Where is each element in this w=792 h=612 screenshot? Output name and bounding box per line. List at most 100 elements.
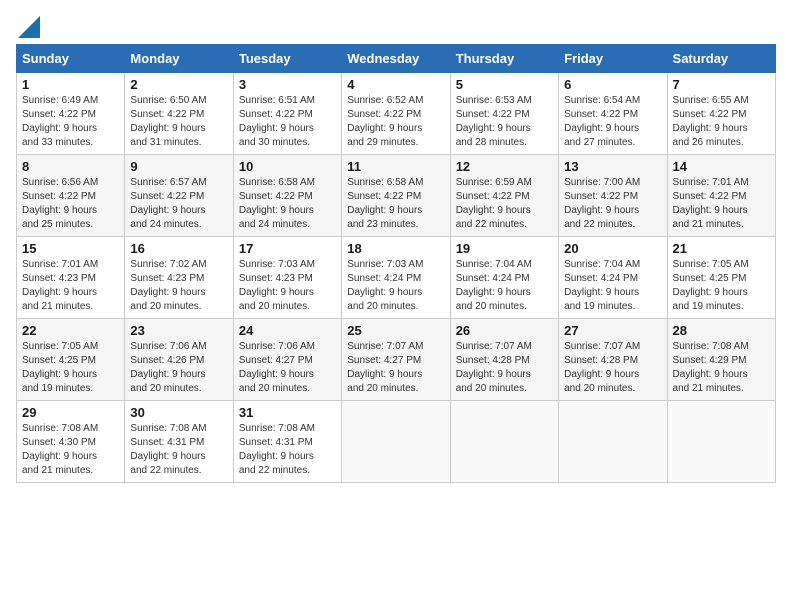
calendar-cell: 20 Sunrise: 7:04 AMSunset: 4:24 PMDayligh…: [559, 237, 667, 319]
calendar-cell: 11 Sunrise: 6:58 AMSunset: 4:22 PMDayligh…: [342, 155, 450, 237]
calendar-cell: 30 Sunrise: 7:08 AMSunset: 4:31 PMDayligh…: [125, 401, 233, 483]
day-number: 19: [456, 241, 553, 256]
calendar-cell: 3 Sunrise: 6:51 AMSunset: 4:22 PMDaylight…: [233, 73, 341, 155]
calendar-cell: 15 Sunrise: 7:01 AMSunset: 4:23 PMDayligh…: [17, 237, 125, 319]
day-info: Sunrise: 6:54 AMSunset: 4:22 PMDaylight:…: [564, 94, 661, 150]
calendar-cell: [342, 401, 450, 483]
calendar-cell: 25 Sunrise: 7:07 AMSunset: 4:27 PMDayligh…: [342, 319, 450, 401]
calendar-cell: 18Sunrise: 7:03 AMSunset: 4:24 PMDayligh…: [342, 237, 450, 319]
day-number: 16: [130, 241, 227, 256]
day-number: 21: [673, 241, 770, 256]
day-number: 31: [239, 405, 336, 420]
day-number: 14: [673, 159, 770, 174]
day-info: Sunrise: 6:58 AMSunset: 4:22 PMDaylight:…: [239, 176, 336, 232]
calendar-cell: 29 Sunrise: 7:08 AMSunset: 4:30 PMDayligh…: [17, 401, 125, 483]
day-number: 11: [347, 159, 444, 174]
page-header: [16, 16, 776, 34]
day-number: 20: [564, 241, 661, 256]
day-info: Sunrise: 7:04 AMSunset: 4:24 PMDaylight:…: [456, 258, 553, 314]
calendar-cell: 27 Sunrise: 7:07 AMSunset: 4:28 PMDayligh…: [559, 319, 667, 401]
day-number: 28: [673, 323, 770, 338]
day-info: Sunrise: 7:03 AMSunset: 4:23 PMDaylight:…: [239, 258, 336, 314]
weekday-header-sunday: Sunday: [17, 45, 125, 73]
day-info: Sunrise: 6:59 AMSunset: 4:22 PMDaylight:…: [456, 176, 553, 232]
day-number: 22: [22, 323, 119, 338]
calendar-cell: 28 Sunrise: 7:08 AMSunset: 4:29 PMDayligh…: [667, 319, 775, 401]
calendar-cell: 5 Sunrise: 6:53 AMSunset: 4:22 PMDaylight…: [450, 73, 558, 155]
day-info: Sunrise: 6:53 AMSunset: 4:22 PMDaylight:…: [456, 94, 553, 150]
logo-triangle-icon: [18, 16, 40, 38]
day-number: 23: [130, 323, 227, 338]
day-number: 5: [456, 77, 553, 92]
weekday-header-saturday: Saturday: [667, 45, 775, 73]
day-number: 6: [564, 77, 661, 92]
day-number: 15: [22, 241, 119, 256]
day-number: 26: [456, 323, 553, 338]
calendar-cell: 1 Sunrise: 6:49 AMSunset: 4:22 PMDaylight…: [17, 73, 125, 155]
day-info: Sunrise: 7:08 AMSunset: 4:29 PMDaylight:…: [673, 340, 770, 396]
day-info: Sunrise: 6:57 AMSunset: 4:22 PMDaylight:…: [130, 176, 227, 232]
day-info: Sunrise: 6:52 AMSunset: 4:22 PMDaylight:…: [347, 94, 444, 150]
day-number: 24: [239, 323, 336, 338]
day-info: Sunrise: 7:07 AMSunset: 4:28 PMDaylight:…: [564, 340, 661, 396]
day-number: 30: [130, 405, 227, 420]
day-info: Sunrise: 6:49 AMSunset: 4:22 PMDaylight:…: [22, 94, 119, 150]
calendar-cell: 12Sunrise: 6:59 AMSunset: 4:22 PMDayligh…: [450, 155, 558, 237]
day-info: Sunrise: 7:05 AMSunset: 4:25 PMDaylight:…: [22, 340, 119, 396]
day-number: 27: [564, 323, 661, 338]
calendar-week-row: 1 Sunrise: 6:49 AMSunset: 4:22 PMDaylight…: [17, 73, 776, 155]
day-info: Sunrise: 7:04 AMSunset: 4:24 PMDaylight:…: [564, 258, 661, 314]
day-info: Sunrise: 7:05 AMSunset: 4:25 PMDaylight:…: [673, 258, 770, 314]
day-number: 9: [130, 159, 227, 174]
day-number: 25: [347, 323, 444, 338]
day-number: 2: [130, 77, 227, 92]
calendar-cell: 23Sunrise: 7:06 AMSunset: 4:26 PMDayligh…: [125, 319, 233, 401]
calendar-cell: 21 Sunrise: 7:05 AMSunset: 4:25 PMDayligh…: [667, 237, 775, 319]
calendar-cell: 31 Sunrise: 7:08 AMSunset: 4:31 PMDayligh…: [233, 401, 341, 483]
weekday-header-monday: Monday: [125, 45, 233, 73]
day-info: Sunrise: 7:01 AMSunset: 4:22 PMDaylight:…: [673, 176, 770, 232]
day-info: Sunrise: 7:08 AMSunset: 4:30 PMDaylight:…: [22, 422, 119, 478]
calendar-cell: 13 Sunrise: 7:00 AMSunset: 4:22 PMDayligh…: [559, 155, 667, 237]
day-info: Sunrise: 7:03 AMSunset: 4:24 PMDaylight:…: [347, 258, 444, 314]
calendar-cell: [450, 401, 558, 483]
weekday-header-wednesday: Wednesday: [342, 45, 450, 73]
calendar-cell: 9 Sunrise: 6:57 AMSunset: 4:22 PMDaylight…: [125, 155, 233, 237]
day-number: 3: [239, 77, 336, 92]
calendar-cell: 2Sunrise: 6:50 AMSunset: 4:22 PMDaylight…: [125, 73, 233, 155]
day-info: Sunrise: 7:08 AMSunset: 4:31 PMDaylight:…: [130, 422, 227, 478]
day-info: Sunrise: 6:58 AMSunset: 4:22 PMDaylight:…: [347, 176, 444, 232]
weekday-header-thursday: Thursday: [450, 45, 558, 73]
calendar-header-row: SundayMondayTuesdayWednesdayThursdayFrid…: [17, 45, 776, 73]
day-number: 13: [564, 159, 661, 174]
calendar-week-row: 22 Sunrise: 7:05 AMSunset: 4:25 PMDayligh…: [17, 319, 776, 401]
day-info: Sunrise: 7:01 AMSunset: 4:23 PMDaylight:…: [22, 258, 119, 314]
calendar-cell: 24Sunrise: 7:06 AMSunset: 4:27 PMDayligh…: [233, 319, 341, 401]
day-info: Sunrise: 6:55 AMSunset: 4:22 PMDaylight:…: [673, 94, 770, 150]
calendar-week-row: 8Sunrise: 6:56 AMSunset: 4:22 PMDaylight…: [17, 155, 776, 237]
calendar-cell: 8Sunrise: 6:56 AMSunset: 4:22 PMDaylight…: [17, 155, 125, 237]
day-number: 1: [22, 77, 119, 92]
calendar-cell: [667, 401, 775, 483]
day-info: Sunrise: 7:08 AMSunset: 4:31 PMDaylight:…: [239, 422, 336, 478]
day-info: Sunrise: 7:07 AMSunset: 4:28 PMDaylight:…: [456, 340, 553, 396]
day-number: 4: [347, 77, 444, 92]
weekday-header-tuesday: Tuesday: [233, 45, 341, 73]
day-number: 8: [22, 159, 119, 174]
logo: [16, 16, 40, 34]
day-info: Sunrise: 7:00 AMSunset: 4:22 PMDaylight:…: [564, 176, 661, 232]
calendar-cell: 7Sunrise: 6:55 AMSunset: 4:22 PMDaylight…: [667, 73, 775, 155]
day-number: 29: [22, 405, 119, 420]
calendar-cell: 19 Sunrise: 7:04 AMSunset: 4:24 PMDayligh…: [450, 237, 558, 319]
calendar-cell: [559, 401, 667, 483]
day-info: Sunrise: 6:51 AMSunset: 4:22 PMDaylight:…: [239, 94, 336, 150]
day-info: Sunrise: 7:02 AMSunset: 4:23 PMDaylight:…: [130, 258, 227, 314]
calendar-cell: 26 Sunrise: 7:07 AMSunset: 4:28 PMDayligh…: [450, 319, 558, 401]
calendar-cell: 22 Sunrise: 7:05 AMSunset: 4:25 PMDayligh…: [17, 319, 125, 401]
calendar-week-row: 29 Sunrise: 7:08 AMSunset: 4:30 PMDayligh…: [17, 401, 776, 483]
calendar-week-row: 15 Sunrise: 7:01 AMSunset: 4:23 PMDayligh…: [17, 237, 776, 319]
calendar-cell: 6 Sunrise: 6:54 AMSunset: 4:22 PMDaylight…: [559, 73, 667, 155]
day-info: Sunrise: 7:07 AMSunset: 4:27 PMDaylight:…: [347, 340, 444, 396]
calendar-cell: 10Sunrise: 6:58 AMSunset: 4:22 PMDayligh…: [233, 155, 341, 237]
calendar-cell: 14 Sunrise: 7:01 AMSunset: 4:22 PMDayligh…: [667, 155, 775, 237]
